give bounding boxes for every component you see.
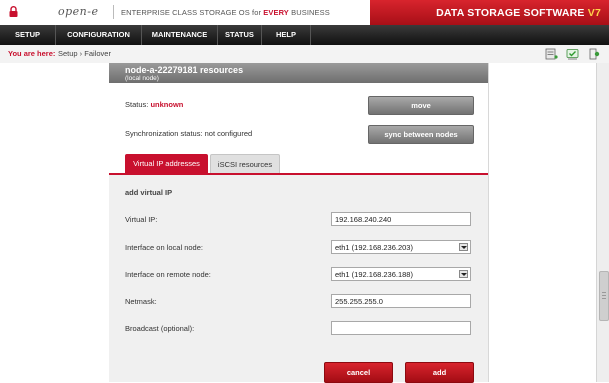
- section-title: node-a-22279181 resources: [125, 65, 244, 75]
- main-content: node-a-22279181 resources (local node) S…: [109, 63, 489, 383]
- cancel-button[interactable]: cancel: [324, 362, 393, 383]
- scroll-grip: [602, 298, 606, 299]
- netmask-input[interactable]: 255.255.255.0: [331, 294, 471, 308]
- remote-interface-select[interactable]: eth1 (192.168.236.188): [331, 267, 471, 281]
- header-divider: [113, 5, 114, 19]
- status-label: Status:: [125, 100, 149, 109]
- server-icon[interactable]: [545, 48, 558, 60]
- left-column: [0, 63, 110, 382]
- breadcrumb-path[interactable]: Setup › Failover: [58, 49, 111, 58]
- nav-item-setup[interactable]: SETUP: [0, 25, 56, 45]
- nav-item-configuration[interactable]: CONFIGURATION: [56, 25, 142, 45]
- form-heading: add virtual IP: [125, 188, 173, 197]
- lock-icon: [9, 6, 18, 17]
- chevron-down-icon[interactable]: [459, 243, 468, 251]
- section-subtitle: (local node): [125, 75, 159, 82]
- remote-interface-label: Interface on remote node:: [125, 270, 211, 279]
- top-header: open-e ENTERPRISE CLASS STORAGE OS for E…: [0, 0, 609, 26]
- tab-virtual-ip-addresses[interactable]: Virtual IP addresses: [125, 154, 208, 173]
- nav-item-help[interactable]: HELP: [262, 25, 311, 45]
- tagline-part: BUSINESS: [288, 8, 330, 17]
- exit-icon[interactable]: [588, 48, 601, 60]
- tagline-highlight: EVERY: [263, 8, 289, 17]
- virtual-ip-panel: add virtual IP Virtual IP: 192.168.240.2…: [109, 175, 488, 383]
- brand-logo: open-e: [58, 5, 99, 18]
- status-row: Status: unknown: [125, 100, 183, 109]
- nav-item-status[interactable]: STATUS: [218, 25, 262, 45]
- broadcast-input[interactable]: [331, 321, 471, 335]
- netmask-label: Netmask:: [125, 297, 157, 306]
- chevron-down-icon[interactable]: [459, 270, 468, 278]
- scrollbar-thumb[interactable]: [599, 271, 609, 321]
- checkmark-icon[interactable]: [566, 48, 579, 60]
- broadcast-label: Broadcast (optional):: [125, 324, 195, 333]
- product-name: DATA STORAGE SOFTWARE: [436, 7, 585, 19]
- virtual-ip-input[interactable]: 192.168.240.240: [331, 212, 471, 226]
- scroll-grip: [602, 292, 606, 293]
- main-nav: SETUP CONFIGURATION MAINTENANCE STATUS H…: [0, 25, 609, 45]
- breadcrumb: You are here: Setup › Failover: [0, 45, 609, 64]
- status-value: unknown: [150, 100, 184, 109]
- vertical-scrollbar[interactable]: [596, 63, 609, 382]
- virtual-ip-label: Virtual IP:: [125, 215, 158, 224]
- product-title: DATA STORAGE SOFTWARE V7: [436, 7, 601, 19]
- local-interface-value: eth1 (192.168.236.203): [335, 243, 413, 252]
- right-column: [489, 63, 596, 382]
- remote-interface-value: eth1 (192.168.236.188): [335, 270, 413, 279]
- local-interface-label: Interface on local node:: [125, 243, 203, 252]
- sync-status: Synchronization status: not configured: [125, 129, 253, 138]
- nav-item-maintenance[interactable]: MAINTENANCE: [142, 25, 218, 45]
- local-interface-select[interactable]: eth1 (192.168.236.203): [331, 240, 471, 254]
- breadcrumb-label: You are here:: [8, 49, 56, 58]
- product-banner: DATA STORAGE SOFTWARE V7: [370, 0, 609, 25]
- brand-tagline: ENTERPRISE CLASS STORAGE OS for EVERY BU…: [121, 8, 330, 17]
- scroll-grip: [602, 295, 606, 296]
- tab-iscsi-resources[interactable]: iSCSI resources: [210, 154, 280, 173]
- section-header: node-a-22279181 resources (local node): [109, 63, 488, 83]
- tagline-part: ENTERPRISE CLASS STORAGE OS for: [121, 8, 264, 17]
- add-button[interactable]: add: [405, 362, 474, 383]
- sync-between-nodes-button[interactable]: sync between nodes: [368, 125, 474, 144]
- product-version: V7: [587, 7, 601, 19]
- move-button[interactable]: move: [368, 96, 474, 115]
